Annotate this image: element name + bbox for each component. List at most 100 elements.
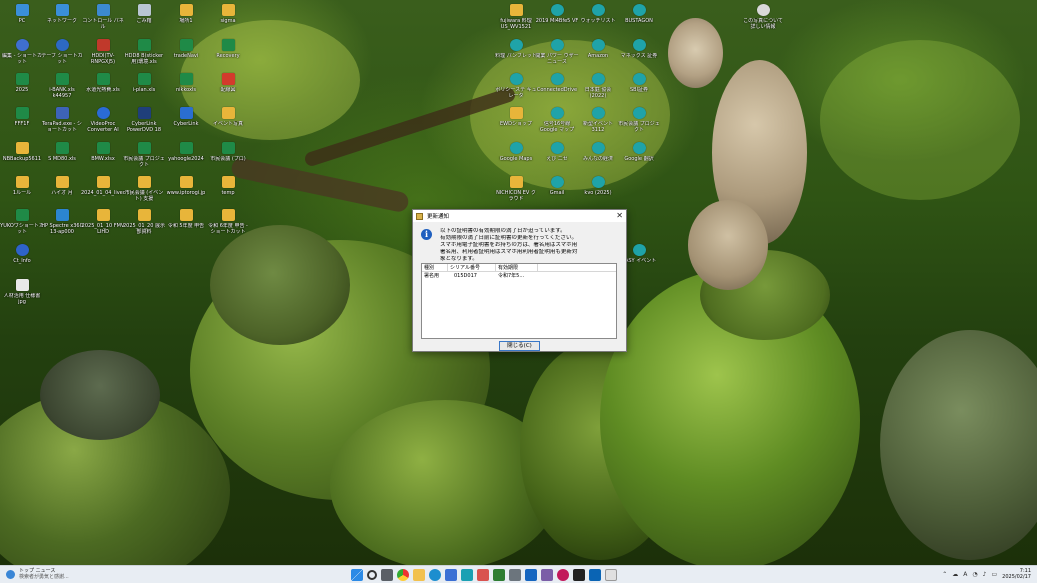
app-icon[interactable] [573,569,585,581]
edge-icon [632,4,646,16]
news-widget[interactable]: トップ ニュース 検索者が勇気と感謝... [6,568,69,580]
app-icon[interactable] [557,569,569,581]
desktop-icon-reiwa6[interactable]: 令和 6年度 申告 - ショートカット [206,207,250,247]
desktop-icon-ct-info[interactable]: Ct_Info [0,242,44,282]
column-header-type[interactable]: 種別 [422,264,448,271]
desktop-icon-network[interactable]: ネットワーク [40,2,84,42]
task-view-icon[interactable] [381,569,393,581]
desktop-icon-videoproc[interactable]: VideoProc Converter AI [81,105,125,145]
desktop-icon-event-photo[interactable]: イベント写真 [206,105,250,145]
desktop-icon-hp-spectre[interactable]: HP Spectre x360 13-ap000 [40,207,84,247]
list-item[interactable]: 署名用 015D017 令和7年5... [422,272,616,280]
desktop-icon-fmv[interactable]: 2025_01_10 FMV LIHD [81,207,125,247]
desktop-icon-control-panel[interactable]: コントロール パネル [81,2,125,42]
chevron-up-icon[interactable]: ⌃ [942,571,947,578]
desktop-icon-jinzai[interactable]: 人材活用 仕様書 jpg [0,277,44,317]
certificate-list[interactable]: 種別 シリアル番号 有効期限 署名用 015D017 令和7年5... [421,263,617,339]
info-icon: i [421,229,432,240]
chrome-icon[interactable] [397,569,409,581]
edge-icon [632,73,646,85]
desktop-icon-terapad[interactable]: TeraPad.exe - ショートカット [40,105,84,145]
outlook-icon[interactable] [589,569,601,581]
desktop-icon-bustagon[interactable]: BUSTAGON [617,2,661,42]
battery-icon[interactable]: ▭ [992,571,998,578]
app-icon[interactable] [493,569,505,581]
search-icon[interactable] [367,570,377,580]
desktop-icon-sigma[interactable]: sigma [206,2,250,42]
desktop-icon-mi4bfe[interactable]: 2019 Mi4Bfe5 VF [535,2,579,42]
desktop-icon-nichicon[interactable]: NICHICON EV クラウド [494,174,538,214]
onedrive-icon[interactable]: ☁ [952,571,958,578]
dialog-titlebar[interactable]: 更新通知 ✕ [413,210,626,222]
clock[interactable]: 7:11 2025/02/17 [1002,568,1031,580]
desktop-icon-watchlist[interactable]: ウォッチリスト [576,2,620,42]
app-icon[interactable] [605,569,617,581]
desktop-icon-photo-info[interactable]: この写真について 詳しい情報 [740,2,786,42]
folder-icon [15,176,29,188]
edge-icon[interactable] [429,569,441,581]
folder-icon [221,4,235,16]
desktop-icon-pc[interactable]: PC [0,2,44,42]
column-header-serial[interactable]: シリアル番号 [448,264,496,271]
edge-icon [550,73,564,85]
dvd-player-icon [137,107,151,119]
desktop-icon-powerdvd[interactable]: CyberLink PowerDVD 18 [122,105,166,145]
news-subline: 検索者が勇気と感謝... [19,574,69,580]
desktop-icon-reiwa5[interactable]: 令和 5年度 申告 [164,207,208,247]
desktop-icon-google-translate[interactable]: Google 翻訳 [617,140,661,180]
edge-icon [591,4,605,16]
excel-file-icon [221,142,235,154]
edge-icon [550,176,564,188]
volume-icon[interactable]: ♪ [983,571,987,578]
desktop-icon-kvo[interactable]: kvo (2025) [576,174,620,214]
desktop-icon-tenji[interactable]: 2025_01_20 展示 部資料 [122,207,166,247]
excel-file-icon [179,39,193,51]
wifi-icon[interactable]: ◔ [972,571,977,578]
app-icon[interactable] [541,569,553,581]
edge-icon [591,176,605,188]
app-icon [96,39,110,51]
desktop-icon-new-event[interactable]: 新型イベント 3112 [576,105,620,145]
excel-file-icon [96,142,110,154]
desktop-icon-shimin-project2[interactable]: 市民会議 プロジェクト [617,105,661,145]
taskbar-apps [351,569,617,581]
folder-icon [55,176,69,188]
message-line: 象となります。 [440,256,478,262]
desktop-icon-fujiwara[interactable]: fujiwara 料理 US_WV1521 [494,2,538,42]
message-line: 署名用、利用者証明用はスマホ用利用者証明用も更新対 [440,249,578,255]
start-icon[interactable] [351,569,363,581]
excel-file-icon [55,142,69,154]
cell-serial: 015D017 [454,273,477,279]
excel-file-icon [15,107,29,119]
folder-icon [137,209,151,221]
desktop-icon-basho[interactable]: 場所1 [164,2,208,42]
edge-icon [632,142,646,154]
app-icon [55,39,69,51]
control-panel-icon [96,4,110,16]
close-icon[interactable]: ✕ [616,211,623,221]
column-header-expiry[interactable]: 有効期限 [496,264,538,271]
text-editor-icon [55,107,69,119]
app-icon[interactable] [461,569,473,581]
clock-date: 2025/02/17 [1002,574,1031,580]
desktop-icon-recycle-bin[interactable]: ごみ箱 [122,2,166,42]
desktop-icon-cyberlink[interactable]: CyberLink [164,105,208,145]
desktop-icon-route16[interactable]: 信号16号線 Google マップ [535,105,579,145]
input-language[interactable]: A [963,571,967,578]
desktop-icon-yuko[interactable]: YUKOワショートカット [0,207,44,247]
store-icon[interactable] [445,569,457,581]
folder-icon [221,176,235,188]
app-icon[interactable] [477,569,489,581]
video-app-icon [96,107,110,119]
desktop-icon-fff1f[interactable]: FFF1F [0,105,44,145]
file-explorer-icon[interactable] [413,569,425,581]
system-tray: ⌃ ☁ A ◔ ♪ ▭ 7:11 2025/02/17 [942,568,1031,580]
app-icon[interactable] [509,569,521,581]
desktop-icon-ewd[interactable]: EWDショップ [494,105,538,145]
excel-file-icon [137,142,151,154]
folder-icon [221,107,235,119]
close-button[interactable]: 閉じる(C) [499,341,540,351]
desktop-icon-gmail[interactable]: Gmail [535,174,579,214]
app-icon[interactable] [525,569,537,581]
message-line: 以下の証明書の有効期限の満了日が迫っています。 [440,228,566,234]
